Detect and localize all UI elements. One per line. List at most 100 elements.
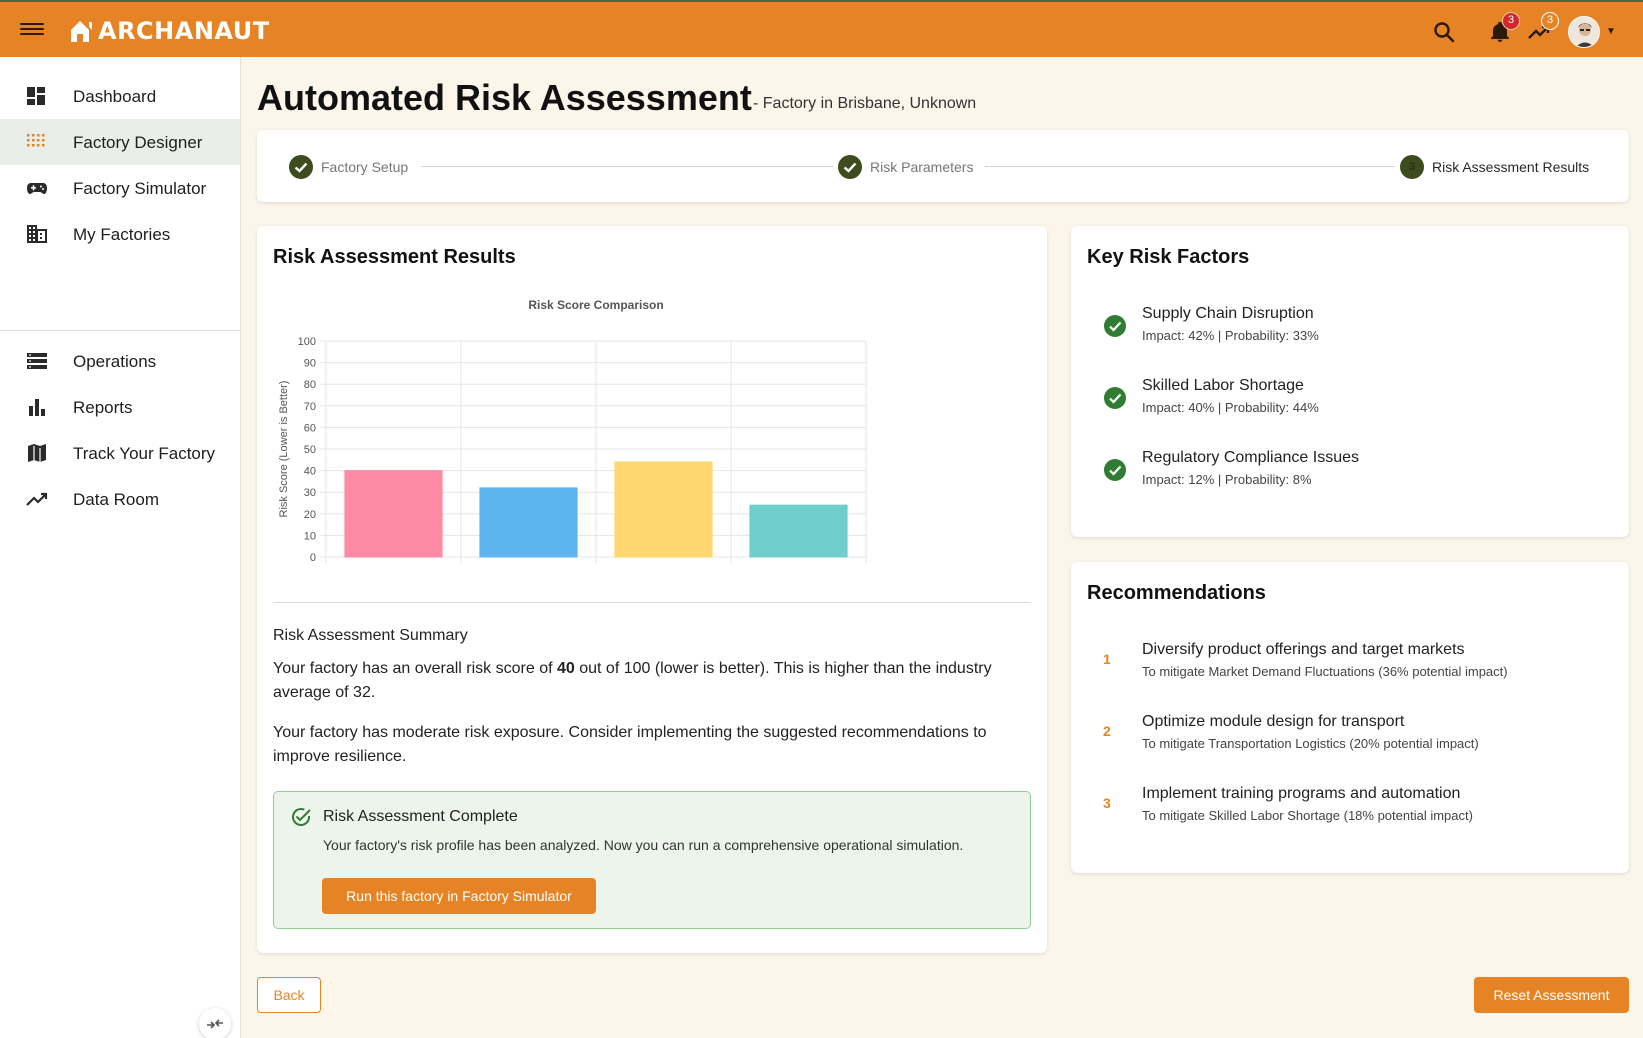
avatar-dropdown-caret-icon[interactable]: ▼ (1606, 26, 1616, 37)
recommendations-card: Recommendations 1 Diversify product offe… (1071, 562, 1629, 873)
bar-chart-icon (29, 399, 45, 416)
risk-results-card: Risk Assessment Results Risk Score Compa… (257, 226, 1047, 953)
collapse-arrows-icon (207, 1019, 223, 1029)
y-tick-label: 20 (304, 509, 316, 521)
risk-factor-title: Regulatory Compliance Issues (1142, 449, 1359, 466)
search-icon[interactable] (1432, 20, 1458, 46)
y-tick-label: 100 (298, 336, 316, 348)
step-connector (985, 166, 1395, 167)
sidebar-item-reports[interactable]: Reports (0, 384, 240, 430)
risk-factors-title: Key Risk Factors (1087, 246, 1250, 268)
trending-up-icon[interactable]: 3 (1527, 12, 1559, 46)
y-tick-label: 10 (304, 530, 316, 542)
bar (614, 461, 713, 558)
check-circle-icon (1104, 387, 1126, 409)
top-app-bar: ARCHANAUT 3 3 ▼ (0, 0, 1643, 57)
sidebar-item-my-factories[interactable]: My Factories (0, 211, 240, 257)
user-avatar[interactable] (1568, 16, 1600, 48)
alert-title: Risk Assessment Complete (323, 808, 518, 825)
grid-dots-icon (27, 134, 45, 147)
risk-factor-detail: Impact: 12% | Probability: 8% (1142, 472, 1312, 487)
menu-icon[interactable] (20, 20, 44, 40)
y-axis-label: Risk Score (Lower is Better) (278, 381, 290, 518)
page-subtitle: - Factory in Brisbane, Unknown (753, 95, 977, 112)
summary-paragraph: Your factory has an overall risk score o… (273, 657, 1031, 705)
summary-paragraph-2: Your factory has moderate risk exposure.… (273, 724, 987, 765)
y-tick-label: 50 (304, 444, 316, 456)
sidebar-item-factory-designer[interactable]: Factory Designer (0, 119, 240, 165)
sidebar-item-label: Track Your Factory (73, 444, 216, 463)
reset-assessment-button[interactable]: Reset Assessment (1474, 977, 1629, 1013)
step-number-icon: 3 (1400, 155, 1424, 179)
notifications-bell-icon[interactable]: 3 (1488, 12, 1520, 46)
y-tick-label: 90 (304, 358, 316, 370)
y-tick-label: 30 (304, 487, 316, 499)
map-icon (28, 444, 46, 462)
sidebar-item-factory-simulator[interactable]: Factory Simulator (0, 165, 240, 211)
y-tick-label: 40 (304, 466, 316, 478)
recommendation-title: Optimize module design for transport (1142, 713, 1405, 730)
check-circle-icon (1104, 459, 1126, 481)
house-logo-icon (71, 21, 92, 42)
sidebar-item-data-room[interactable]: Data Room (0, 476, 240, 522)
step-factory-setup[interactable]: Factory Setup (321, 159, 408, 175)
list-icon (27, 353, 47, 369)
summary-heading: Risk Assessment Summary (273, 627, 468, 644)
sidebar-item-label: Data Room (73, 490, 159, 509)
check-circle-icon (838, 155, 862, 179)
check-circle-icon (1104, 315, 1126, 337)
sidebar-divider (0, 330, 240, 331)
brand-logo[interactable]: ARCHANAUT (68, 16, 270, 46)
recommendation-number: 2 (1103, 723, 1111, 739)
bar (344, 470, 443, 558)
trends-count-badge: 3 (1541, 12, 1559, 30)
sidebar-item-label: My Factories (73, 225, 171, 244)
progress-stepper: Factory Setup Risk Parameters 3 Risk Ass… (257, 130, 1629, 202)
sidebar-item-operations[interactable]: Operations (0, 338, 240, 384)
sidebar-item-label: Factory Designer (73, 133, 203, 152)
y-tick-label: 60 (304, 422, 316, 434)
notifications-count-badge: 3 (1502, 12, 1520, 30)
sidebar-item-track-your-factory[interactable]: Track Your Factory (0, 430, 240, 476)
risk-score-chart: Risk Score Comparison 0 10 20 30 40 50 60 70 80 90… (278, 298, 867, 564)
recommendation-detail: To mitigate Transportation Logistics (20… (1142, 736, 1479, 751)
recommendation-title: Diversify product offerings and target m… (1142, 641, 1465, 658)
recommendation-title: Implement training programs and automati… (1142, 785, 1461, 802)
building-icon (27, 225, 47, 243)
recommendation-detail: To mitigate Skilled Labor Shortage (18% … (1142, 808, 1473, 823)
sidebar-item-label: Factory Simulator (73, 179, 207, 198)
step-risk-parameters[interactable]: Risk Parameters (870, 159, 973, 175)
trending-up-icon (26, 492, 48, 506)
risk-factor-detail: Impact: 42% | Probability: 33% (1142, 328, 1319, 343)
back-button[interactable]: Back (257, 977, 321, 1013)
sidebar-item-dashboard[interactable]: Dashboard (0, 73, 240, 119)
recommendation-detail: To mitigate Market Demand Fluctuations (… (1142, 664, 1508, 679)
run-in-simulator-button[interactable]: Run this factory in Factory Simulator (322, 878, 596, 914)
recommendation-number: 3 (1103, 795, 1111, 811)
dashboard-icon (27, 87, 45, 105)
brand-name: ARCHANAUT (98, 17, 270, 45)
bar (479, 487, 578, 558)
risk-factor-detail: Impact: 40% | Probability: 44% (1142, 400, 1319, 415)
page-title: Automated Risk Assessment (257, 77, 752, 118)
y-tick-label: 0 (310, 552, 316, 564)
divider (273, 602, 1031, 603)
sidebar-item-label: Reports (73, 398, 133, 417)
collapse-sidebar-button[interactable] (199, 1008, 231, 1038)
sidebar-item-label: Dashboard (73, 87, 157, 106)
y-tick-label: 70 (304, 401, 316, 413)
check-circle-outline-icon (292, 808, 311, 826)
assessment-complete-alert: Risk Assessment Complete Your factory's … (273, 791, 1031, 929)
risk-factor-title: Skilled Labor Shortage (1142, 377, 1304, 394)
gamepad-icon (27, 183, 47, 194)
risk-score-value: 40 (556, 660, 575, 677)
check-circle-icon (289, 155, 313, 179)
recommendations-title: Recommendations (1087, 582, 1266, 604)
risk-factor-title: Supply Chain Disruption (1142, 305, 1314, 322)
step-connector (421, 166, 833, 167)
summary-text: Your factory has an overall risk score o… (273, 660, 557, 677)
step-risk-assessment-results[interactable]: Risk Assessment Results (1432, 159, 1589, 175)
y-tick-label: 80 (304, 379, 316, 391)
sidebar-item-label: Operations (73, 352, 157, 371)
results-card-title: Risk Assessment Results (273, 246, 516, 268)
